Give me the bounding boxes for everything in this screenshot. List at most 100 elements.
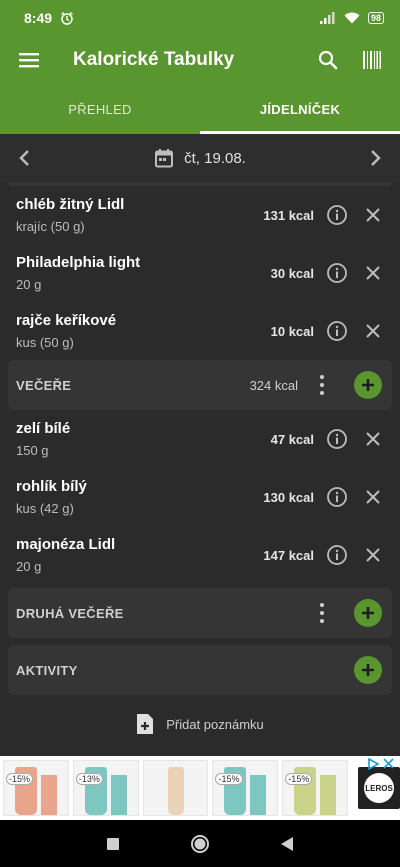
close-icon — [366, 208, 380, 222]
hamburger-icon — [19, 53, 39, 68]
add-note-button[interactable]: Přidat poznámku — [0, 695, 400, 753]
close-icon — [366, 432, 380, 446]
food-portion: kus (42 g) — [16, 501, 74, 516]
tab-bar: PŘEHLED JÍDELNÍČEK — [0, 84, 400, 134]
current-date: čt, 19.08. — [184, 149, 246, 167]
section-title: DRUHÁ VEČEŘE — [16, 605, 124, 621]
food-kcal: 130 kcal — [263, 489, 314, 505]
add-food-button[interactable] — [354, 371, 382, 399]
info-button[interactable] — [324, 542, 350, 568]
wifi-icon — [344, 12, 360, 24]
info-button[interactable] — [324, 260, 350, 286]
product-tube — [167, 767, 184, 815]
info-button[interactable] — [324, 318, 350, 344]
meal-section-dinner: VEČEŘE 324 kcal — [8, 360, 392, 410]
food-name: Philadelphia light — [16, 254, 141, 271]
food-name: zelí bílé — [16, 420, 71, 437]
close-icon — [366, 266, 380, 280]
ad-product-card[interactable]: -15% — [3, 760, 69, 816]
ad-discount: -15% — [215, 773, 243, 785]
food-item[interactable]: majonéza Lidl 20 g 147 kcal — [0, 526, 400, 584]
food-kcal: 10 kcal — [270, 323, 314, 339]
food-item[interactable]: zelí bílé 150 g 47 kcal — [0, 410, 400, 468]
food-kcal: 131 kcal — [263, 207, 314, 223]
info-button[interactable] — [324, 426, 350, 452]
remove-button[interactable] — [360, 426, 386, 452]
diary-list[interactable]: chléb žitný Lidl krajíc (50 g) 131 kcal P… — [0, 182, 400, 756]
date-picker[interactable]: čt, 19.08. — [154, 148, 246, 168]
food-kcal: 147 kcal — [263, 547, 314, 563]
info-button[interactable] — [324, 484, 350, 510]
food-portion: 20 g — [16, 559, 42, 574]
remove-button[interactable] — [360, 318, 386, 344]
info-icon — [327, 429, 347, 449]
product-box — [40, 775, 57, 815]
remove-button[interactable] — [360, 260, 386, 286]
status-bar: 8:49 98 — [0, 0, 400, 36]
info-icon — [327, 321, 347, 341]
recents-icon[interactable] — [106, 837, 120, 851]
ad-discount: -13% — [75, 773, 103, 785]
add-activity-button[interactable] — [354, 656, 382, 684]
remove-button[interactable] — [360, 484, 386, 510]
info-icon — [327, 263, 347, 283]
tab-jidelnicek[interactable]: JÍDELNÍČEK — [200, 84, 400, 134]
barcode-icon — [363, 51, 381, 69]
alarm-icon — [61, 11, 73, 25]
ad-choices[interactable] — [367, 758, 394, 770]
app-title: Kalorické Tabulky — [73, 49, 235, 70]
barcode-scan-button[interactable] — [350, 38, 394, 82]
info-icon — [327, 545, 347, 565]
back-icon[interactable] — [280, 836, 294, 852]
previous-day-button[interactable] — [6, 140, 42, 176]
food-item[interactable]: rohlík bílý kus (42 g) 130 kcal — [0, 468, 400, 526]
food-portion: krajíc (50 g) — [16, 219, 85, 234]
ad-product-card[interactable]: -15% — [212, 760, 279, 816]
food-portion: 150 g — [16, 443, 49, 458]
food-name: rajče keříkové — [16, 312, 117, 329]
remove-button[interactable] — [360, 542, 386, 568]
tab-prehled[interactable]: PŘEHLED — [0, 84, 200, 134]
chevron-right-icon — [371, 150, 381, 166]
close-ad-icon[interactable] — [383, 758, 394, 769]
ad-brand-logo[interactable]: LEROS — [358, 767, 400, 809]
food-item[interactable]: Philadelphia light 20 g 30 kcal — [0, 244, 400, 302]
add-food-button[interactable] — [354, 599, 382, 627]
search-button[interactable] — [306, 38, 350, 82]
home-icon[interactable] — [190, 834, 210, 854]
signal-icon — [319, 12, 335, 24]
chevron-left-icon — [19, 150, 29, 166]
section-kcal: 324 kcal — [249, 377, 298, 393]
menu-button[interactable] — [0, 52, 58, 68]
add-note-label: Přidat poznámku — [166, 716, 264, 732]
more-options-icon[interactable] — [314, 375, 330, 395]
plus-icon — [362, 379, 374, 391]
info-icon — [327, 487, 347, 507]
adchoices-icon[interactable] — [367, 758, 379, 770]
info-button[interactable] — [324, 202, 350, 228]
plus-icon — [362, 607, 374, 619]
food-item[interactable]: chléb žitný Lidl krajíc (50 g) 131 kcal — [0, 186, 400, 244]
food-name: rohlík bílý — [16, 478, 87, 495]
close-icon — [366, 548, 380, 562]
battery-indicator: 98 — [367, 12, 384, 24]
food-name: chléb žitný Lidl — [16, 196, 125, 213]
search-icon — [318, 50, 338, 70]
next-day-button[interactable] — [358, 140, 394, 176]
ad-product-card[interactable] — [142, 760, 209, 816]
remove-button[interactable] — [360, 202, 386, 228]
food-portion: 20 g — [16, 277, 42, 292]
ad-product-card[interactable]: -15% — [282, 760, 349, 816]
more-options-icon[interactable] — [314, 603, 330, 623]
food-item[interactable]: rajče keříkové kus (50 g) 10 kcal — [0, 302, 400, 360]
ad-product-card[interactable]: -13% — [72, 760, 139, 816]
ad-discount: -15% — [6, 773, 34, 785]
close-icon — [366, 324, 380, 338]
food-portion: kus (50 g) — [16, 335, 74, 350]
food-kcal: 47 kcal — [270, 431, 314, 447]
food-kcal: 30 kcal — [270, 265, 314, 281]
note-add-icon — [137, 714, 154, 734]
ad-banner[interactable]: -15% -13% -15% -15% LEROS — [0, 756, 400, 820]
close-icon — [366, 490, 380, 504]
date-navigation: čt, 19.08. — [0, 134, 400, 182]
